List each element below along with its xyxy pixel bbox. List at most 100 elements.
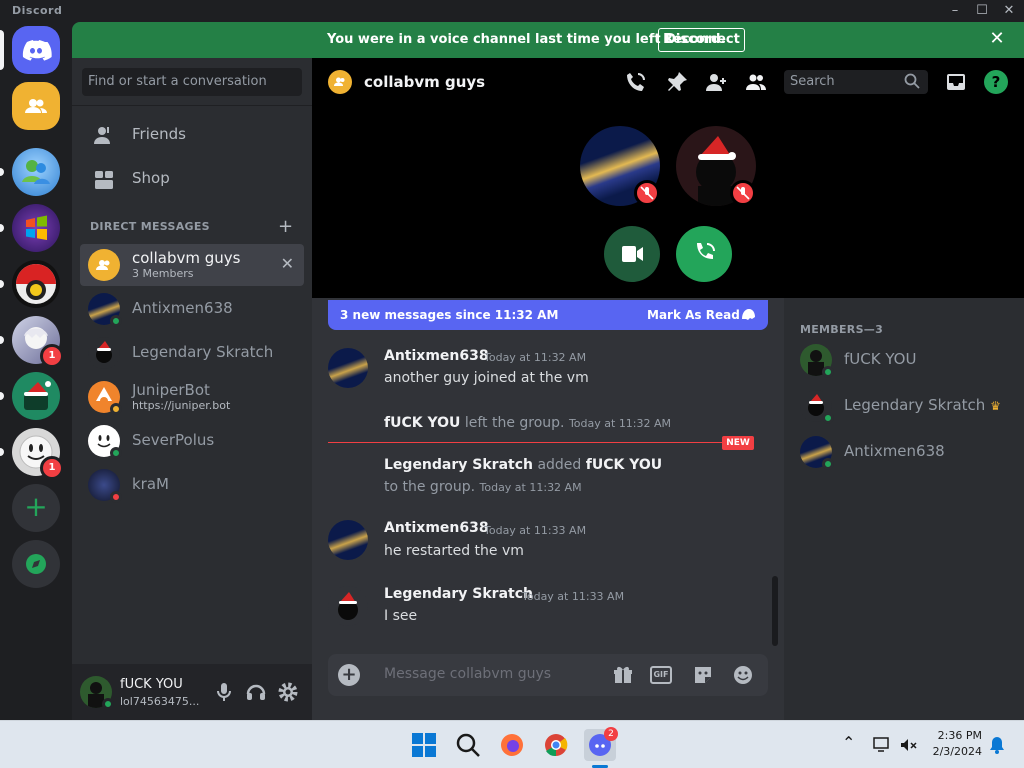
server-messenger[interactable] [12,148,60,196]
dm-item-legendary-skratch[interactable]: Legendary Skratch [80,332,304,374]
tray-chevron-icon[interactable]: ⌃ [842,733,855,752]
close-window-button[interactable]: ✕ [994,0,1024,22]
server-santa[interactable] [12,372,60,420]
discord-taskbar-badge: 2 [604,727,618,741]
online-status-icon [822,366,834,378]
active-server-pill [0,30,4,70]
reconnect-button[interactable]: Reconnect [658,28,745,52]
discord-logo-icon [22,40,52,61]
clock-time[interactable]: 2:36 PM [928,729,982,742]
group-icon [334,77,345,86]
member-list-icon[interactable] [744,70,768,94]
message-avatar[interactable] [328,586,368,626]
headphones-icon[interactable] [244,680,268,704]
unread-pill-3 [0,280,4,288]
add-friends-to-dm-icon[interactable] [704,70,728,94]
emoji-icon[interactable] [732,664,754,686]
message-text: another guy joined at the vm [384,370,589,386]
microphone-icon[interactable] [212,680,236,704]
nav-friends[interactable]: Friends [80,114,304,156]
group-dm-avatar [88,249,120,281]
owner-crown-icon: ♛ [990,399,1001,413]
system-text: to the group. [384,479,476,495]
group-dm-server[interactable] [12,82,60,130]
dm-name: SeverPolus [132,431,215,449]
mark-as-read-button[interactable]: Mark As Read [647,308,740,322]
windows-start-icon[interactable] [408,729,440,761]
minimize-button[interactable]: – [940,0,970,22]
notification-bell-icon[interactable] [988,735,1006,755]
network-icon[interactable] [872,735,892,755]
system-target[interactable]: fUCK YOU [586,457,662,473]
dm-item-juniperbot[interactable]: JuniperBot https://juniper.bot [80,376,304,418]
close-dm-icon[interactable]: ✕ [281,254,294,273]
unread-badge: 1 [40,344,64,368]
nav-shop[interactable]: Shop [80,158,304,200]
new-messages-text: 3 new messages since 11:32 AM [340,308,559,322]
settings-gear-icon[interactable] [276,680,300,704]
dm-sidebar: Find or start a conversation Friends Sho… [72,58,312,720]
message-input[interactable]: Message collabvm guys [384,666,551,682]
dm-search-input[interactable]: Find or start a conversation [82,68,302,96]
server-pokeball[interactable] [12,260,60,308]
join-call-button[interactable] [676,226,732,282]
dm-name: kraM [132,475,169,493]
system-user[interactable]: Legendary Skratch [384,457,533,473]
member-item[interactable]: Antixmen638 [792,432,1016,474]
app-title: Discord [12,4,63,17]
start-voice-call-icon[interactable] [624,70,648,94]
sticker-icon[interactable] [692,664,714,686]
inbox-icon[interactable] [944,70,968,94]
dnd-status-icon [110,491,122,503]
new-messages-bar[interactable]: 3 new messages since 11:32 AM Mark As Re… [328,300,768,330]
add-server-button[interactable]: + [12,484,60,532]
server-windows7[interactable] [12,204,60,252]
dm-item-collabvm-guys[interactable]: collabvm guys 3 Members ✕ [80,244,304,286]
channel-title: collabvm guys [364,73,486,91]
member-item[interactable]: fUCK YOU [792,340,1016,382]
message-composer[interactable]: + Message collabvm guys GIF [328,654,768,696]
notice-close-icon[interactable]: ✕ [986,28,1008,50]
windows-flag-icon [26,215,47,240]
explore-servers-button[interactable] [12,540,60,588]
discord-home-button[interactable] [12,26,60,74]
pinned-messages-icon[interactable] [665,70,689,94]
gift-icon[interactable] [612,664,634,686]
chat-scrollbar[interactable] [772,576,778,646]
message-avatar[interactable] [328,348,368,388]
online-status-icon [102,698,114,710]
volume-muted-icon[interactable] [898,735,918,755]
message-avatar[interactable] [328,520,368,560]
maximize-button[interactable]: ☐ [967,0,997,22]
clock-date[interactable]: 2/3/2024 [928,745,982,758]
create-dm-icon[interactable]: + [278,216,293,237]
member-name: Antixmen638 [844,442,945,460]
unread-badge-2: 1 [40,456,64,480]
attach-plus-icon[interactable]: + [338,664,360,686]
video-camera-icon [622,246,643,262]
message-author[interactable]: Antixmen638 [384,520,489,536]
channel-icon [328,70,352,94]
help-icon[interactable]: ? [984,70,1008,94]
windows-taskbar: 2 ⌃ 2:36 PM 2/3/2024 [0,720,1024,768]
firefox-icon[interactable] [496,729,528,761]
search-icon [904,73,920,89]
member-item[interactable]: Legendary Skratch ♛ [792,386,1016,428]
unread-pill [0,168,4,176]
online-status-icon [110,315,122,327]
chrome-icon[interactable] [540,729,572,761]
message-text: I see [384,608,418,624]
dm-item-kram[interactable]: kraM [80,464,304,506]
search-icon[interactable] [452,729,484,761]
system-user[interactable]: fUCK YOU [384,415,460,431]
message-author[interactable]: Legendary Skratch [384,586,533,602]
messenger-people-icon [22,160,50,184]
turn-on-camera-button[interactable] [604,226,660,282]
dm-name: Antixmen638 [132,299,233,317]
message-author[interactable]: Antixmen638 [384,348,489,364]
gif-icon[interactable]: GIF [650,666,672,684]
dm-item-severpolus[interactable]: SeverPolus [80,420,304,462]
nav-shop-label: Shop [132,169,170,187]
dm-item-antixmen638[interactable]: Antixmen638 [80,288,304,330]
unread-pill-2 [0,224,4,232]
